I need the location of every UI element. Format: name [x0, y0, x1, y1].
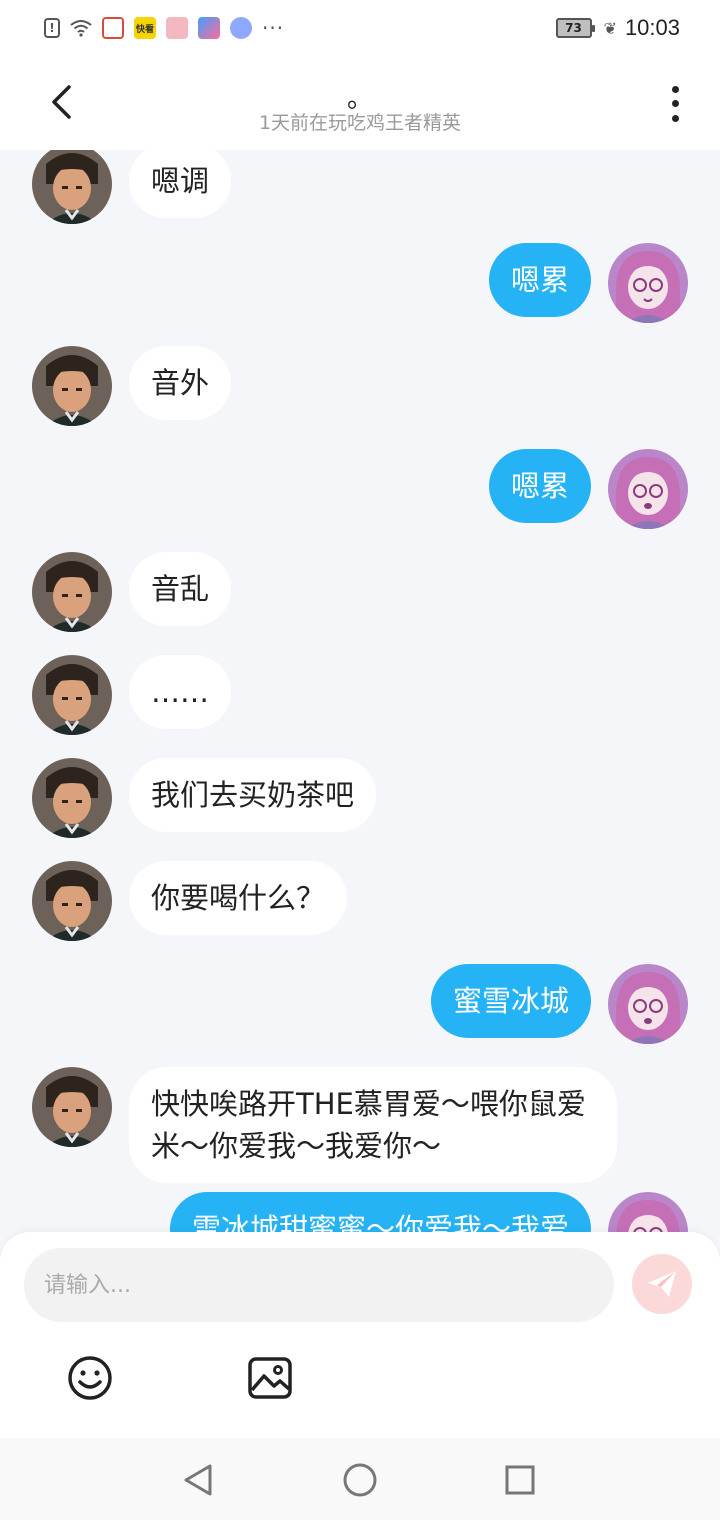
message-sent: 嗯累	[488, 243, 688, 323]
composer-panel	[0, 1232, 720, 1438]
power-saving-icon: ❦	[603, 18, 617, 38]
image-icon	[248, 1357, 292, 1399]
message-bubble[interactable]: 嗯累	[488, 243, 591, 317]
message-bubble[interactable]: 快快唉路开THE慕胃爱～喂你鼠爱米～你爱我～我爱你～	[129, 1067, 617, 1183]
status-bar: ! 快看 ··· 73 ❦ 10:03	[0, 0, 720, 56]
system-nav-bar	[0, 1438, 720, 1520]
contact-avatar[interactable]	[32, 758, 112, 838]
message-received: 我们去买奶茶吧	[32, 758, 377, 838]
message-bubble[interactable]: 雪冰城甜蜜蜜～你爱我～我爱	[169, 1192, 591, 1232]
message-sent: 嗯累	[488, 449, 688, 529]
contact-avatar[interactable]	[32, 552, 112, 632]
message-sent: 蜜雪冰城	[430, 964, 688, 1044]
message-list[interactable]: 嗯调 嗯累 音外 嗯累 音乱 …… 我们去买奶茶吧 你要喝什么？ 蜜雪冰城 快快…	[0, 150, 720, 1232]
nav-back-button[interactable]	[180, 1460, 220, 1500]
clock: 10:03	[624, 15, 680, 40]
wifi-icon	[70, 17, 92, 39]
message-received: 音乱	[32, 552, 232, 632]
more-notifications-icon: ···	[262, 16, 285, 40]
message-received: 你要喝什么？	[32, 861, 348, 941]
send-button[interactable]	[632, 1254, 692, 1314]
my-avatar[interactable]	[608, 1192, 688, 1232]
contact-status: 1天前在玩吃鸡王者精英	[258, 112, 462, 134]
more-vertical-dot	[671, 115, 679, 123]
contact-avatar[interactable]	[32, 655, 112, 735]
status-icons: ! 快看 ···	[44, 16, 556, 40]
message-bubble[interactable]: 蜜雪冰城	[430, 964, 591, 1038]
message-sent: 雪冰城甜蜜蜜～你爱我～我爱	[169, 1192, 688, 1232]
image-button[interactable]	[246, 1354, 294, 1402]
chat-header: 。 1天前在玩吃鸡王者精英	[0, 56, 720, 150]
contact-avatar[interactable]	[32, 861, 112, 941]
app-notification-icon	[166, 17, 188, 39]
send-icon	[648, 1271, 676, 1297]
battery-icon: 73	[555, 18, 595, 38]
message-input[interactable]	[24, 1248, 614, 1322]
music-app-icon	[230, 17, 252, 39]
message-bubble[interactable]: 嗯调	[129, 150, 232, 218]
emoji-icon	[68, 1356, 112, 1400]
message-received: 嗯调	[32, 150, 232, 224]
my-avatar[interactable]	[608, 449, 688, 529]
message-received: ……	[32, 655, 231, 735]
more-options-button[interactable]	[660, 82, 690, 126]
contact-avatar[interactable]	[32, 346, 112, 426]
message-bubble[interactable]: 音乱	[129, 552, 232, 626]
circle-home-icon	[343, 1463, 377, 1497]
square-recents-icon	[505, 1465, 535, 1495]
my-avatar[interactable]	[608, 964, 688, 1044]
alert-icon: !	[44, 18, 60, 38]
message-bubble[interactable]: 我们去买奶茶吧	[129, 758, 377, 832]
app-notification-icon	[102, 17, 124, 39]
my-avatar[interactable]	[608, 243, 688, 323]
message-bubble[interactable]: 音外	[129, 346, 232, 420]
message-bubble[interactable]: ……	[129, 655, 231, 729]
emoji-button[interactable]	[66, 1354, 114, 1402]
nav-recents-button[interactable]	[500, 1460, 540, 1500]
message-bubble[interactable]: 你要喝什么？	[129, 861, 348, 935]
app-notification-icon	[198, 17, 220, 39]
message-received: 音外	[32, 346, 232, 426]
triangle-back-icon	[184, 1464, 212, 1496]
status-right: 73 ❦ 10:03	[555, 15, 680, 41]
message-received: 快快唉路开THE慕胃爱～喂你鼠爱米～你爱我～我爱你～	[32, 1067, 617, 1183]
contact-avatar[interactable]	[32, 150, 112, 224]
nav-home-button[interactable]	[340, 1460, 380, 1500]
contact-avatar[interactable]	[32, 1067, 112, 1147]
more-vertical-dot	[671, 100, 679, 108]
kuaikan-app-icon: 快看	[134, 17, 156, 39]
message-bubble[interactable]: 嗯累	[488, 449, 591, 523]
more-vertical-icon	[671, 85, 679, 93]
